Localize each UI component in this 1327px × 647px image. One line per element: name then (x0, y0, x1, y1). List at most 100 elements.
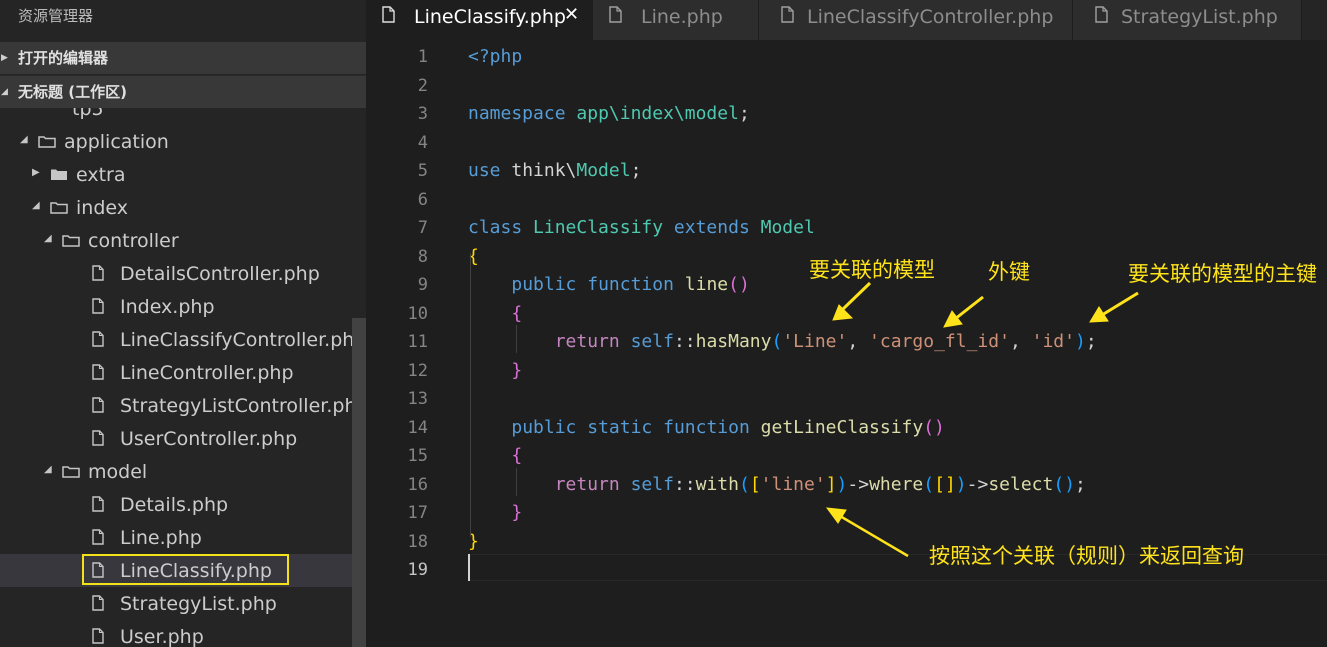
code-token: extends (673, 217, 750, 238)
code-token: think\ (500, 160, 577, 181)
code-line[interactable]: { (468, 445, 522, 466)
code-token: ( (923, 473, 935, 495)
open-editors-section[interactable]: ▶ 打开的编辑器 (0, 42, 366, 74)
chevron-down-icon[interactable]: ◢ (20, 134, 28, 145)
file-item-index-php[interactable]: Index.php (0, 290, 352, 323)
file-item-linecontroller-php[interactable]: LineController.php (0, 356, 352, 389)
chevron-down-icon[interactable]: ◢ (32, 200, 40, 211)
code-token: function (663, 416, 750, 438)
line-number: 3 (417, 104, 428, 124)
text-cursor (468, 554, 470, 581)
code-token: ( (771, 331, 783, 352)
code-token: [ (749, 473, 761, 495)
tab-lineclassify[interactable]: LineClassify.php ✕ (366, 0, 593, 40)
code-token: () (728, 274, 750, 295)
file-item-user-php[interactable]: User.php (0, 620, 352, 647)
line-number: 16 (407, 474, 428, 495)
code-line[interactable]: public function line() (468, 274, 750, 295)
explorer-title: 资源管理器 (18, 7, 94, 25)
code-token: () (923, 416, 945, 438)
code-token: return (554, 473, 620, 495)
file-icon (92, 562, 104, 578)
chevron-down-icon[interactable]: ◢ (44, 464, 52, 475)
code-token: , (847, 331, 870, 352)
code-token: () (1053, 473, 1076, 495)
code-line[interactable]: namespace app\index\model; (468, 103, 750, 124)
code-line[interactable]: return self::hasMany('Line', 'cargo_fl_i… (468, 331, 1097, 352)
code-line[interactable]: { (468, 303, 522, 324)
file-icon (92, 628, 104, 644)
line-number: 15 (407, 446, 428, 466)
tab-label: LineClassify.php (414, 6, 566, 28)
code-token: return (554, 331, 620, 352)
chevron-right-icon[interactable]: ▶ (32, 167, 40, 178)
line-number: 6 (417, 189, 428, 210)
code-line[interactable]: <?php (468, 46, 522, 67)
file-icon (92, 430, 104, 446)
chevron-down-icon: ◢ (1, 87, 8, 97)
folder-item-application[interactable]: ◢ application (0, 125, 352, 158)
code-token: } (511, 502, 523, 523)
workspace-section[interactable]: ◢ 无标题 (工作区) (0, 75, 366, 108)
line-number: 8 (417, 246, 428, 267)
chevron-down-icon[interactable]: ◢ (44, 233, 52, 244)
code-token: namespace (468, 103, 566, 124)
indent-guide (516, 325, 517, 353)
explorer-sidebar: 资源管理器 ▶ 打开的编辑器 ◢ 无标题 (工作区) ◢⚙tp5 ◢ applica… (0, 0, 366, 647)
file-icon (609, 6, 622, 23)
tab-strategylist[interactable]: StrategyList.php (1073, 0, 1302, 40)
code-token: } (511, 359, 523, 381)
folder-item-tp5[interactable]: ◢⚙tp5 (0, 108, 352, 125)
tab-label: StrategyList.php (1121, 6, 1278, 28)
code-token: self (630, 331, 674, 352)
file-item-lineclassifycontroller-php[interactable]: LineClassifyController.php (0, 323, 352, 356)
code-line[interactable]: class LineClassify extends Model (468, 217, 815, 238)
code-token: function (587, 274, 674, 295)
folder-item-model[interactable]: ◢ model (0, 455, 352, 488)
tab-line[interactable]: Line.php (593, 0, 759, 40)
code-line[interactable]: use think\Model; (468, 160, 641, 181)
tree-item-label: tp5 (72, 108, 104, 120)
code-line[interactable]: } (468, 360, 522, 381)
close-icon[interactable]: ✕ (564, 4, 579, 25)
code-line[interactable]: } (468, 502, 522, 523)
code-token: Model (760, 217, 815, 238)
code-token: select (988, 473, 1054, 495)
file-item-details-php[interactable]: Details.php (0, 488, 352, 521)
editor-tabbar: LineClassify.php ✕ Line.php LineClassify… (366, 0, 1327, 40)
folder-open-icon (38, 136, 56, 148)
code-line[interactable]: public static function getLineClassify() (468, 417, 945, 438)
code-token: app\index\model (576, 103, 739, 124)
file-item-line-php[interactable]: Line.php (0, 521, 352, 554)
tree-item-label: index (76, 197, 128, 219)
file-item-usercontroller-php[interactable]: UserController.php (0, 422, 352, 455)
folder-item-index[interactable]: ◢ index (0, 191, 352, 224)
tree-item-label: LineClassifyController.php (120, 329, 352, 351)
workspace-label: 无标题 (工作区) (18, 83, 127, 101)
file-item-strategylist-php[interactable]: StrategyList.php (0, 587, 352, 620)
code-token: <?php (468, 46, 523, 67)
file-item-strategylistcontroller-php[interactable]: StrategyListController.php (0, 389, 352, 422)
file-item-detailscontroller-php[interactable]: DetailsController.php (0, 257, 352, 290)
folder-item-controller[interactable]: ◢ controller (0, 224, 352, 257)
code-line[interactable]: return self::with(['line'])->where([])->… (468, 474, 1086, 495)
code-token: public (511, 274, 577, 295)
tab-lineclassifycontroller[interactable]: LineClassifyController.php (759, 0, 1073, 40)
line-number: 9 (417, 275, 428, 295)
sidebar-scrollbar[interactable] (352, 318, 366, 647)
file-item-lineclassify-php[interactable]: LineClassify.php (0, 554, 352, 587)
folder-item-extra[interactable]: ▶ extra (0, 158, 352, 191)
code-token: hasMany (695, 331, 772, 352)
tab-label: LineClassifyController.php (807, 6, 1054, 28)
code-token: static (587, 416, 653, 438)
tree-item-label: DetailsController.php (120, 263, 320, 285)
